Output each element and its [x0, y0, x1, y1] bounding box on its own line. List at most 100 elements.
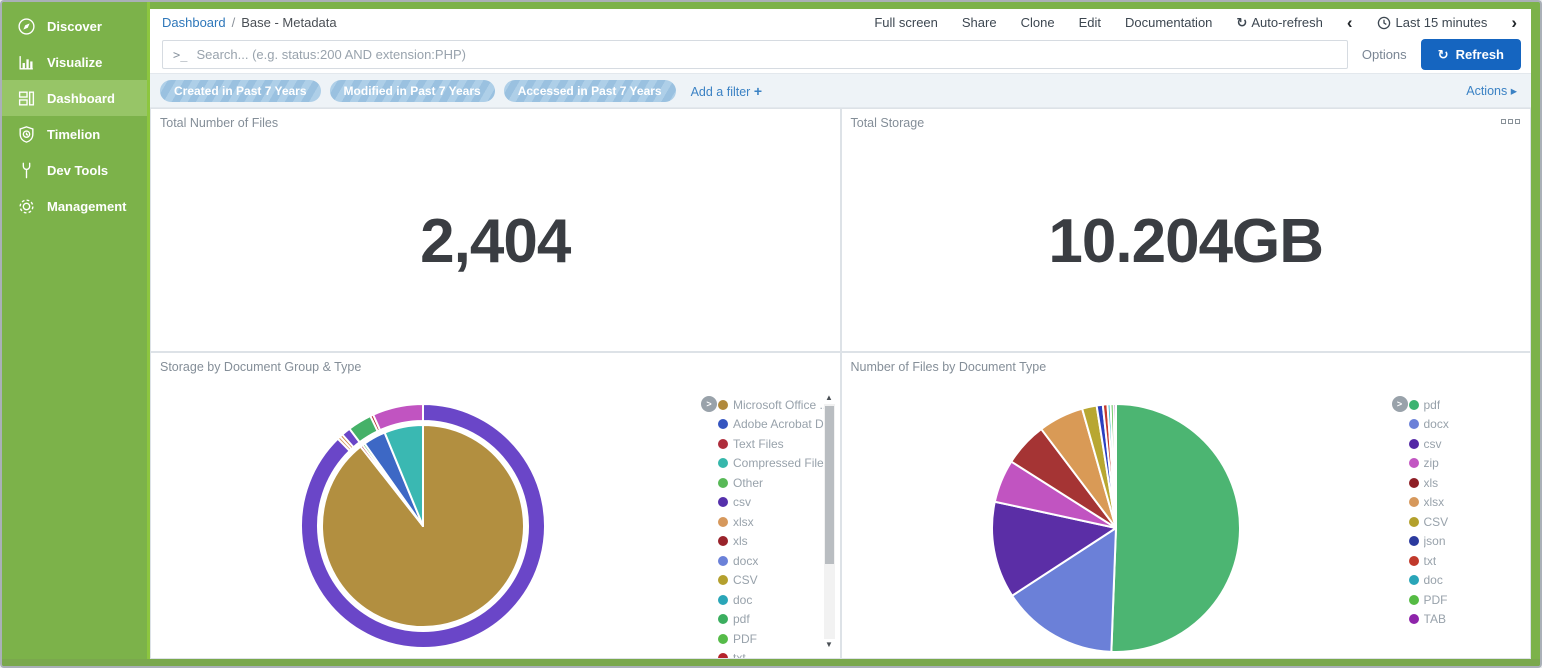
refresh-button[interactable]: ↻ Refresh	[1421, 39, 1521, 70]
legend-label: CSV	[1424, 515, 1449, 529]
legend-label: doc	[733, 593, 752, 607]
legend-color-dot	[718, 439, 728, 449]
legend-item[interactable]: csv	[1409, 434, 1532, 454]
legend-color-dot	[1409, 458, 1419, 468]
chart-legend: > pdf docx csv zip xls xlsx CSV jsontxtdocPDF TA…	[1392, 395, 1532, 629]
sidebar-item-management[interactable]: Management	[2, 188, 147, 224]
bottom-accent-bar	[2, 659, 1540, 666]
terminal-prompt-icon: >_	[173, 48, 187, 62]
legend-color-dot	[1409, 595, 1419, 605]
legend-item[interactable]: xlsx	[1409, 493, 1532, 513]
nav-share-link[interactable]: Share	[962, 15, 997, 30]
legend-item[interactable]: xls	[1409, 473, 1532, 493]
sidebar-item-dashboard[interactable]: Dashboard	[2, 80, 147, 116]
legend-label: pdf	[1424, 398, 1441, 412]
legend-item[interactable]: Text Files	[718, 434, 841, 454]
auto-refresh-button[interactable]: ↻Auto-refresh	[1236, 15, 1322, 31]
legend-item[interactable]: csv	[718, 493, 841, 513]
search-input[interactable]	[196, 47, 1336, 62]
legend-item[interactable]: Adobe Acrobat D...	[718, 415, 841, 435]
legend-item[interactable]: CSV	[718, 571, 841, 591]
sidebar-item-visualize[interactable]: Visualize	[2, 44, 147, 80]
legend-item[interactable]: TAB	[1409, 610, 1532, 630]
legend-label: CSV	[733, 573, 758, 587]
auto-refresh-icon: ↻	[1236, 15, 1247, 30]
legend-item[interactable]: docx	[1409, 415, 1532, 435]
clock-icon	[1377, 16, 1391, 30]
dashboard-icon	[17, 89, 36, 108]
time-back-button[interactable]: ‹	[1347, 14, 1353, 31]
legend-color-dot	[718, 400, 728, 410]
legend-color-dot	[718, 653, 728, 659]
panel-total-storage: Total Storage 10.204GB	[841, 108, 1532, 352]
plus-icon: +	[754, 83, 762, 99]
panel-title: Number of Files by Document Type	[842, 353, 1531, 381]
legend-item[interactable]: txt	[718, 649, 841, 660]
legend-color-dot	[1409, 556, 1419, 566]
legend-item[interactable]: txt	[1409, 551, 1532, 571]
legend-label: Compressed Files	[733, 456, 830, 470]
actions-link[interactable]: Actions ▸	[1466, 83, 1517, 98]
legend-label: xls	[1424, 476, 1439, 490]
legend-color-dot	[718, 536, 728, 546]
legend-collapse-icon[interactable]: >	[1392, 396, 1408, 412]
files-pie-chart[interactable]	[966, 378, 1266, 659]
nav-clone-link[interactable]: Clone	[1021, 15, 1055, 30]
legend-item[interactable]: xls	[718, 532, 841, 552]
legend-color-dot	[1409, 614, 1419, 624]
legend-color-dot	[718, 556, 728, 566]
legend-color-dot	[1409, 497, 1419, 507]
filter-pill[interactable]: Accessed in Past 7 Years	[504, 80, 676, 102]
nav-edit-link[interactable]: Edit	[1079, 15, 1101, 30]
dashboard-grid: Total Number of Files 2,404 Total Storag…	[150, 108, 1531, 659]
scroll-down-icon[interactable]: ▼	[825, 640, 833, 650]
filter-pill[interactable]: Created in Past 7 Years	[160, 80, 321, 102]
legend-item[interactable]: pdf	[718, 610, 841, 630]
legend-item[interactable]: Microsoft Office ...	[718, 395, 841, 415]
sidebar-item-timelion[interactable]: Timelion	[2, 116, 147, 152]
nav-full-screen-link[interactable]: Full screen	[874, 15, 938, 30]
legend-item[interactable]: CSV	[1409, 512, 1532, 532]
time-forward-button[interactable]: ›	[1511, 14, 1517, 31]
legend-item[interactable]: docx	[718, 551, 841, 571]
legend-color-dot	[1409, 400, 1419, 410]
legend-item[interactable]: doc	[1409, 571, 1532, 591]
legend-label: TAB	[1424, 612, 1446, 626]
legend-color-dot	[718, 614, 728, 624]
legend-color-dot	[718, 595, 728, 605]
legend-item[interactable]: json	[1409, 532, 1532, 552]
storage-donut-chart[interactable]	[273, 376, 573, 659]
legend-item[interactable]: Other	[718, 473, 841, 493]
legend-item[interactable]: Compressed Files	[718, 454, 841, 474]
filter-pill[interactable]: Modified in Past 7 Years	[330, 80, 495, 102]
sidebar-item-discover[interactable]: Discover	[2, 8, 147, 44]
legend-item[interactable]: doc	[718, 590, 841, 610]
legend-item[interactable]: zip	[1409, 454, 1532, 474]
wrench-icon	[17, 161, 36, 180]
legend-item[interactable]: PDF	[718, 629, 841, 649]
add-filter-link[interactable]: Add a filter +	[691, 83, 762, 99]
scroll-up-icon[interactable]: ▲	[825, 393, 833, 403]
time-range-picker[interactable]: Last 15 minutes	[1377, 15, 1488, 30]
scrollbar-thumb[interactable]	[825, 406, 834, 564]
bar-chart-icon	[17, 53, 36, 72]
legend-label: Text Files	[733, 437, 784, 451]
caret-right-icon: ▸	[1511, 84, 1517, 98]
legend-item[interactable]: xlsx	[718, 512, 841, 532]
legend-label: csv	[1424, 437, 1442, 451]
legend-label: xlsx	[1424, 495, 1445, 509]
options-link[interactable]: Options	[1362, 47, 1407, 62]
legend-color-dot	[1409, 575, 1419, 585]
legend-scrollbar[interactable]: ▲ ▼	[824, 393, 835, 650]
legend-collapse-icon[interactable]: >	[701, 396, 717, 412]
legend-label: xlsx	[733, 515, 754, 529]
legend-color-dot	[718, 497, 728, 507]
legend-item[interactable]: PDF	[1409, 590, 1532, 610]
sidebar-item-dev-tools[interactable]: Dev Tools	[2, 152, 147, 188]
nav-documentation-link[interactable]: Documentation	[1125, 15, 1212, 30]
legend-item[interactable]: pdf	[1409, 395, 1532, 415]
pie-slice-pdf[interactable]	[1111, 404, 1240, 652]
breadcrumb-dashboard-link[interactable]: Dashboard	[162, 15, 226, 30]
query-bar: >_ Options ↻ Refresh	[150, 36, 1531, 74]
app-window: DiscoverVisualizeDashboardTimelionDev To…	[0, 0, 1542, 668]
